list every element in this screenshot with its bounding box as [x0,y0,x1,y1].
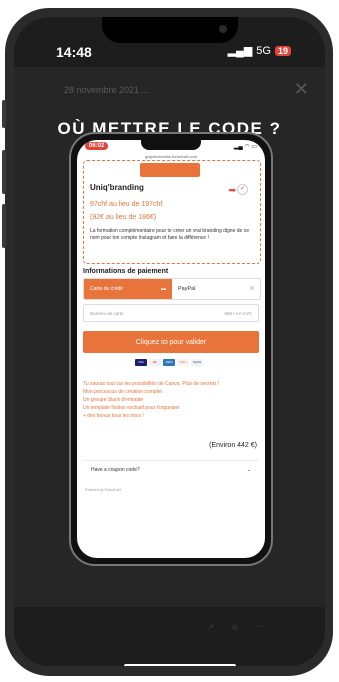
coupon-label: Have a coupon code? [91,466,140,473]
camera-dot [219,25,227,33]
tab-paypal[interactable]: PayPal ℗ [172,279,260,299]
offer-description: La formation complémentaire pour te crée… [90,228,249,241]
benefit-item: Un groupe Slack d'entraide [83,397,144,403]
order-total: (Environ 442 €) [209,442,257,449]
inner-phone-mockup: 06:02 ▂▄ ◠ ▭ graphicmedias.thrivecart.co… [69,132,273,566]
story-actions: ↗ ◎ ⋯ [208,623,263,631]
card-number-placeholder: Numéro de carte [90,310,124,316]
story-date: 28 novembre 2021 ... [64,85,150,95]
url-bar: graphicmedias.thrivecart.com [144,154,198,159]
coupon-toggle[interactable]: Have a coupon code? ⌄ [83,460,259,478]
status-indicators: ▂▄▆ 5G 19 [228,44,291,57]
inner-status-bar: 06:02 ▂▄ ◠ ▭ [77,140,265,154]
arrow-icon: ➡ [228,185,236,195]
offer-image [140,163,200,177]
more-icon[interactable]: ⋯ [256,623,263,631]
network-label: 5G [256,44,271,57]
card-logos: VISA MC AMEX DISC PayPal [135,359,203,366]
offer-name: Uniq'branding [90,183,144,192]
volume-up-button [2,150,6,194]
card-cvc-placeholder: CVC [242,310,252,316]
battery-icon: 19 [274,45,291,56]
tab-paypal-label: PayPal [178,286,196,292]
amex-icon: AMEX [163,359,175,366]
offer-checkbox[interactable]: ✓ [237,184,248,195]
benefits-list: Tu sauras tout sur les possibilités de C… [83,380,259,420]
inner-status-time: 06:02 [85,142,109,150]
offer-price: 97chf au lieu de 197chf [90,201,163,208]
side-button [2,100,6,128]
tab-credit-card[interactable]: Carte de crédit ▬ [84,279,172,299]
visa-icon: VISA [135,359,147,366]
home-indicator[interactable] [124,664,236,666]
signal-icon: ▂▄▆ [227,45,253,57]
status-time: 14:48 [56,44,92,60]
discover-icon: DISC [177,359,189,366]
inner-notch [141,140,201,150]
close-icon[interactable]: ✕ [294,79,309,100]
benefit-item: Un template Notion exclusif pour t'organ… [83,405,180,411]
card-expiry-cvc: MM / AA CVC [224,311,252,316]
mastercard-icon: MC [149,359,161,366]
benefit-item: Tu sauras tout sur les possibilités de C… [83,381,220,387]
paypal-logo-icon: PayPal [191,359,203,366]
notch [102,17,238,43]
card-expiry-placeholder: MM / AA [224,310,242,316]
chevron-down-icon: ⌄ [246,466,251,473]
story-footer [14,607,325,666]
tab-credit-card-label: Carte de crédit [90,286,123,292]
phone-screen: 14:48 ▂▄▆ 5G 19 28 novembre 2021 ... ✕ O… [14,17,325,666]
highlight-icon[interactable]: ◎ [232,623,238,631]
payment-tabs: Carte de crédit ▬ PayPal ℗ [83,278,261,300]
paypal-icon: ℗ [249,286,254,292]
share-icon[interactable]: ↗ [208,623,214,631]
powered-by: Powered by ThriveCart [85,488,121,492]
inner-status-icons: ▂▄ ◠ ▭ [233,144,257,150]
benefit-item: Mon processus de création complet [83,389,162,395]
offer-price-eur: (92€ au lieu de 186€) [90,214,157,221]
card-number-input[interactable]: Numéro de carte MM / AA CVC [83,304,259,322]
offer-box: Uniq'branding ➡ ✓ 97chf au lieu de 197ch… [83,160,261,264]
inner-phone-screen: 06:02 ▂▄ ◠ ▭ graphicmedias.thrivecart.co… [77,140,265,558]
submit-button[interactable]: Cliquez ici pour valider [83,331,259,353]
payment-heading: Informations de paiement [83,268,169,275]
benefit-item: + des bonus tous les mois ! [83,413,144,419]
credit-card-icon: ▬ [161,286,166,292]
volume-down-button [2,204,6,248]
